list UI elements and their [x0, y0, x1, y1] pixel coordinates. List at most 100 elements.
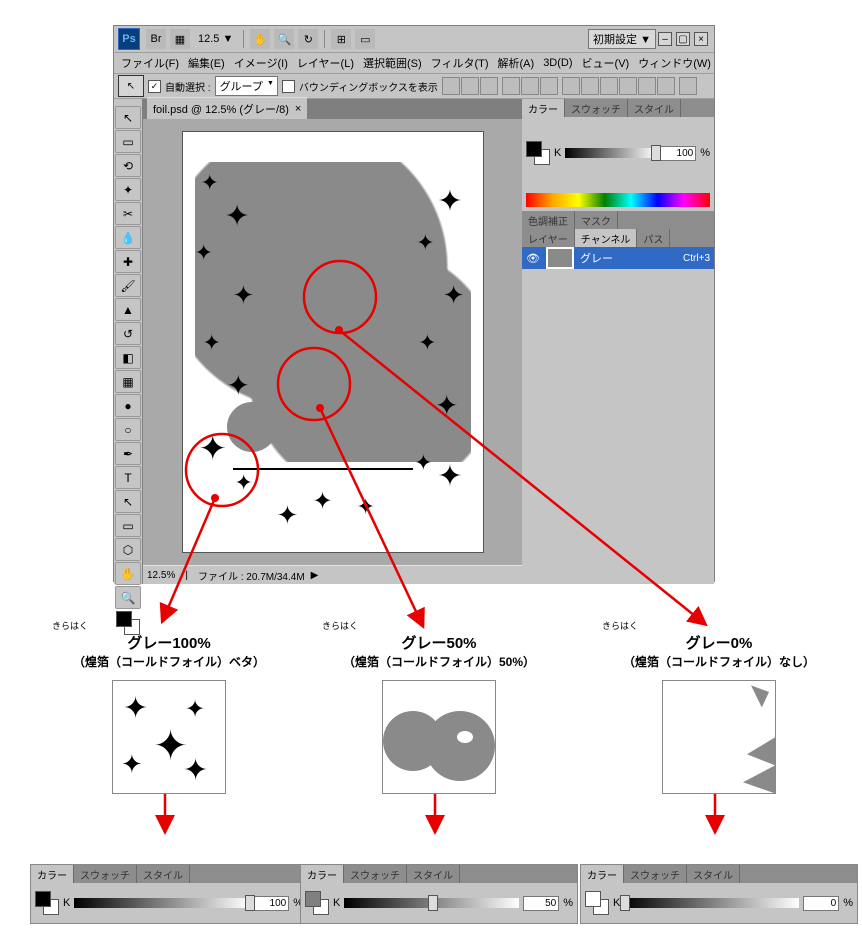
ex-k-slider[interactable] — [344, 898, 519, 908]
align-icon[interactable] — [461, 77, 479, 95]
ex-k-value-input[interactable]: 50 — [523, 896, 559, 911]
heal-tool-icon[interactable]: ✚ — [115, 250, 141, 273]
align-icon[interactable] — [502, 77, 520, 95]
rotate-icon[interactable]: ↻ — [298, 29, 318, 49]
panel-fg-bg-swatch[interactable] — [526, 141, 550, 165]
tab-swatch[interactable]: スウォッチ — [565, 99, 628, 117]
align-icon[interactable] — [540, 77, 558, 95]
ex-k-slider-thumb[interactable] — [428, 895, 438, 911]
ex-tab-swatch[interactable]: スウォッチ — [74, 865, 137, 883]
gradient-tool-icon[interactable]: ▦ — [115, 370, 141, 393]
shape-tool-icon[interactable]: ▭ — [115, 514, 141, 537]
ex-k-value-input[interactable]: 100 — [253, 896, 289, 911]
quick-select-tool-icon[interactable]: ✦ — [115, 178, 141, 201]
menu-3d[interactable]: 3D(D) — [540, 55, 575, 71]
3d-tool-icon[interactable]: ⬡ — [115, 538, 141, 561]
tab-path[interactable]: パス — [637, 229, 670, 247]
zoom-tool2-icon[interactable]: 🔍 — [115, 586, 141, 609]
distribute-icon[interactable] — [562, 77, 580, 95]
distribute-icon[interactable] — [600, 77, 618, 95]
tab-adjust[interactable]: 色調補正 — [522, 211, 575, 229]
guides-icon[interactable]: ▭ — [355, 29, 375, 49]
color-ramp[interactable] — [526, 193, 710, 207]
auto-select-target-dropdown[interactable]: グループ — [215, 76, 278, 96]
menu-edit[interactable]: 編集(E) — [185, 53, 228, 73]
doc-tab-close-icon[interactable]: × — [295, 103, 301, 115]
zoom-tool-icon[interactable]: 🔍 — [274, 29, 294, 49]
ex-tab-swatch[interactable]: スウォッチ — [624, 865, 687, 883]
ex-tab-style[interactable]: スタイル — [137, 865, 190, 883]
canvas-container[interactable]: ✦ ✦ ✦ ✦ ✦ ✦ ✦ ✦ ✦ ✦ ✦ ✦ ✦ ✦ ✦ ✦ ✦ — [143, 119, 522, 565]
extra-option-icon[interactable] — [679, 77, 697, 95]
ex-k-value-input[interactable]: 0 — [803, 896, 839, 911]
bridge-icon[interactable]: Br — [146, 29, 166, 49]
distribute-icon[interactable] — [657, 77, 675, 95]
ex-tab-style[interactable]: スタイル — [687, 865, 740, 883]
history-brush-tool-icon[interactable]: ↺ — [115, 322, 141, 345]
status-flyout-icon[interactable]: ▶ — [311, 570, 319, 581]
zoom-display[interactable]: 12.5 ▼ — [192, 33, 239, 45]
menu-file[interactable]: ファイル(F) — [118, 53, 182, 73]
ex-fg-bg-swatch[interactable] — [35, 891, 59, 915]
lasso-tool-icon[interactable]: ⟲ — [115, 154, 141, 177]
ex-tab-style[interactable]: スタイル — [407, 865, 460, 883]
k-value-input[interactable]: 100 — [660, 146, 696, 161]
menu-view[interactable]: ビュー(V) — [579, 53, 633, 73]
hand-tool-icon[interactable]: ✋ — [115, 562, 141, 585]
status-zoom[interactable]: 12.5% — [147, 570, 175, 581]
channel-row[interactable]: 👁 グレー Ctrl+3 — [522, 247, 714, 269]
k-slider-thumb[interactable] — [651, 145, 661, 161]
marquee-tool-icon[interactable]: ▭ — [115, 130, 141, 153]
ex-tab-swatch[interactable]: スウォッチ — [344, 865, 407, 883]
ex-k-slider[interactable] — [624, 898, 799, 908]
menu-window[interactable]: ウィンドウ(W) — [635, 53, 714, 73]
ex-k-slider-thumb[interactable] — [620, 895, 630, 911]
menu-filter[interactable]: フィルタ(T) — [428, 53, 492, 73]
distribute-icon[interactable] — [619, 77, 637, 95]
distribute-icon[interactable] — [581, 77, 599, 95]
tab-layer[interactable]: レイヤー — [522, 229, 575, 247]
path-select-tool-icon[interactable]: ↖ — [115, 490, 141, 513]
stamp-tool-icon[interactable]: ▲ — [115, 298, 141, 321]
pen-tool-icon[interactable]: ✒ — [115, 442, 141, 465]
ex-k-slider[interactable] — [74, 898, 249, 908]
tab-channel[interactable]: チャンネル — [575, 229, 638, 247]
close-window-button[interactable]: × — [694, 32, 708, 46]
workspace-dropdown[interactable]: 初期設定 ▼ — [588, 29, 656, 49]
menu-select[interactable]: 選択範囲(S) — [360, 53, 425, 73]
foreground-swatch[interactable] — [116, 611, 132, 627]
dodge-tool-icon[interactable]: ○ — [115, 418, 141, 441]
menu-image[interactable]: イメージ(I) — [231, 53, 291, 73]
align-icon[interactable] — [442, 77, 460, 95]
maximize-button[interactable]: ▢ — [676, 32, 690, 46]
ex-fg-bg-swatch[interactable] — [585, 891, 609, 915]
brush-tool-icon[interactable]: 🖌 — [115, 274, 141, 297]
menu-layer[interactable]: レイヤー(L) — [294, 53, 357, 73]
eye-icon[interactable]: 👁 — [526, 252, 540, 265]
minimize-button[interactable]: ‒ — [658, 32, 672, 46]
ex-tab-color[interactable]: カラー — [581, 865, 624, 883]
auto-select-checkbox[interactable]: ✓ — [148, 80, 161, 93]
crop-tool-icon[interactable]: ✂ — [115, 202, 141, 225]
eyedropper-tool-icon[interactable]: 💧 — [115, 226, 141, 249]
ex-k-slider-thumb[interactable] — [245, 895, 255, 911]
move-tool-icon[interactable]: ↖ — [115, 106, 141, 129]
arrange-icon[interactable]: ▦ — [170, 29, 190, 49]
blur-tool-icon[interactable]: ● — [115, 394, 141, 417]
tab-mask[interactable]: マスク — [575, 211, 618, 229]
k-slider[interactable] — [565, 148, 656, 158]
distribute-icon[interactable] — [638, 77, 656, 95]
ex-tab-color[interactable]: カラー — [31, 865, 74, 883]
type-tool-icon[interactable]: T — [115, 466, 141, 489]
tab-style[interactable]: スタイル — [628, 99, 681, 117]
active-tool-indicator[interactable]: ↖ — [118, 75, 144, 97]
ex-fg-bg-swatch[interactable] — [305, 891, 329, 915]
hand-tool-icon[interactable]: ✋ — [250, 29, 270, 49]
align-icon[interactable] — [521, 77, 539, 95]
tab-color[interactable]: カラー — [522, 99, 565, 117]
screen-mode-icon[interactable]: ⊞ — [331, 29, 351, 49]
align-icon[interactable] — [480, 77, 498, 95]
bounding-box-checkbox[interactable] — [282, 80, 295, 93]
ex-tab-color[interactable]: カラー — [301, 865, 344, 883]
menu-analysis[interactable]: 解析(A) — [495, 53, 538, 73]
